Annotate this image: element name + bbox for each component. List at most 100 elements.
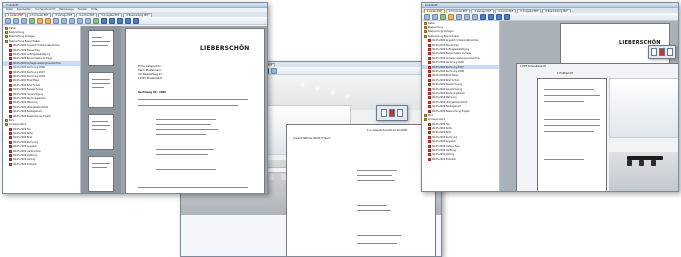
tab-ausgabe[interactable]: 5 Ausgabe PDF: [517, 9, 542, 13]
tree-item-label: 06.05.2009 Bautagebuch: [13, 110, 43, 114]
tree-item-label: 06.05.2009 Übergabeprotokoll: [432, 100, 468, 104]
tab-laden[interactable]: 1 Laden PDF: [424, 9, 445, 13]
menu-item[interactable]: Fenster: [78, 8, 88, 12]
rotate-icon[interactable]: [93, 17, 99, 24]
page-thumbnail[interactable]: [88, 114, 114, 150]
print-icon[interactable]: [53, 17, 59, 24]
print-icon[interactable]: [456, 13, 462, 20]
tree-item-label: 06.05.2009 Brief Maier: [432, 74, 459, 78]
dialog-button-red[interactable]: [659, 48, 665, 56]
menu-item[interactable]: Datei: [6, 8, 13, 12]
tab-bearbeitung[interactable]: 6 Bearbeitung PDF: [542, 9, 571, 13]
pdf-icon: [9, 110, 12, 114]
page-thumbnail[interactable]: [88, 30, 114, 66]
tree-item-label: Besprechung: [9, 31, 25, 35]
pdf-icon: [428, 135, 431, 139]
dialog-button[interactable]: [397, 109, 403, 117]
pdf-icon: [9, 70, 12, 74]
zoom-out-icon[interactable]: [85, 17, 91, 24]
scan-icon[interactable]: [440, 13, 446, 20]
tree-item-label: 06.05.2009 Bauvertrag: [432, 43, 459, 47]
settings-icon[interactable]: [271, 67, 277, 74]
tree-item-label: 06.05.2009 Bauvertrag: [13, 48, 40, 52]
view-list-icon[interactable]: [504, 13, 510, 20]
scan-icon[interactable]: [29, 17, 35, 24]
right-quick-dialog[interactable]: [648, 45, 676, 59]
pdf-icon: [428, 61, 431, 65]
view-double-icon[interactable]: [109, 17, 115, 24]
pdf-icon: [9, 127, 12, 131]
view-grid-icon[interactable]: [496, 13, 502, 20]
address-line: Herrn Mustermann: [138, 69, 162, 72]
search-icon[interactable]: [69, 17, 75, 24]
edit-icon[interactable]: [37, 17, 43, 24]
tree-item-label: 06.05.2009 Mahnung: [432, 96, 457, 100]
page-thumbnail[interactable]: [88, 72, 114, 108]
open-icon[interactable]: [424, 13, 430, 20]
tree-item-label: 06.05.2009 Notiz: [13, 132, 33, 136]
tree-document-item[interactable]: 06.05.2009 Protokoll: [422, 157, 499, 161]
tab-formular[interactable]: 2 Formular PDF: [446, 9, 471, 13]
save-icon[interactable]: [13, 17, 19, 24]
right-folder-tree[interactable]: Daten Besprechung Besprechung Vorlagen Besp…: [422, 21, 500, 191]
zoom-in-icon[interactable]: [472, 13, 478, 20]
view-grid-icon[interactable]: [117, 17, 123, 24]
pdf-icon: [9, 66, 12, 70]
pdf-icon: [9, 140, 12, 144]
left-folder-tree[interactable]: Daten Besprechung Besprechung Vorlagen Besp…: [3, 26, 81, 193]
pdf-icon: [428, 127, 431, 131]
tab-laden[interactable]: 1 Laden PDF: [5, 13, 26, 17]
save-icon[interactable]: [432, 13, 438, 20]
view-single-icon[interactable]: [480, 13, 486, 20]
tab-archiv[interactable]: 4 Archiv PDF: [76, 13, 98, 17]
tab-vorlage[interactable]: 3 Vorlage PDF: [52, 13, 76, 17]
tab-bearbeitung[interactable]: 6 Bearbeitung PDF: [123, 13, 152, 17]
edit-icon[interactable]: [448, 13, 454, 20]
tab-archiv[interactable]: 4 Archiv PDF: [495, 9, 517, 13]
tree-item-label: 06.05.2009 Rechnung 2007: [13, 70, 45, 74]
dialog-button[interactable]: [667, 48, 673, 56]
quick-view-dialog[interactable]: 1 PDF Schnellansicht 1 Prüfbericht: [516, 63, 678, 191]
menu-item[interactable]: Hilfe: [91, 8, 97, 12]
tree-item-label: 06.05.2009 Besprechung Projekt: [13, 114, 51, 118]
menu-item[interactable]: Werkzeuge: [59, 8, 73, 12]
page-thumbnail[interactable]: [88, 156, 114, 192]
view-single-icon[interactable]: [101, 17, 107, 24]
folder-icon[interactable]: [21, 17, 27, 24]
tree-document-item[interactable]: 06.05.2009 Protokoll: [3, 162, 80, 166]
dialog-button[interactable]: [381, 109, 387, 117]
tab-vorlage[interactable]: 3 Vorlage PDF: [471, 9, 495, 13]
pdf-icon: [428, 87, 431, 91]
tree-item-label: 06.05.2009 Auftragsbestätigung: [432, 48, 470, 52]
view-double-icon[interactable]: [488, 13, 494, 20]
tree-item-label: 06.05.2009 Anfrage Leistungsverzeichnis: [432, 56, 480, 60]
tab-formular[interactable]: 2 Formular PDF: [27, 13, 52, 17]
dialog-button-red[interactable]: [389, 109, 395, 117]
right-window: CobiSoft 1 Laden PDF 2 Formular PDF 3 Vo…: [421, 2, 679, 192]
tree-item-label: 06.05.2009 Vertrag: [432, 153, 455, 157]
view-list-icon[interactable]: [125, 17, 131, 24]
view-thumb-icon[interactable]: [133, 17, 139, 24]
tree-item-label: 06.05.2009 Brief: [13, 136, 33, 140]
pdf-icon: [9, 158, 12, 162]
pdf-icon: [9, 83, 12, 87]
tree-item-label: Korrespondenz: [428, 118, 446, 122]
pdf-icon: [428, 100, 431, 104]
company-logo: LIEBERSCHÖN: [200, 45, 250, 52]
zoom-in-icon[interactable]: [77, 17, 83, 24]
address-line: 12345 Musterstadt: [138, 77, 162, 80]
folder-icon: [424, 113, 427, 117]
mail-icon[interactable]: [45, 17, 51, 24]
right-toolbar: [422, 13, 678, 21]
tab-ausgabe[interactable]: 5 Ausgabe PDF: [98, 13, 123, 17]
open-icon[interactable]: [5, 17, 11, 24]
pdf-icon: [9, 79, 12, 83]
dialog-button[interactable]: [651, 48, 657, 56]
tree-item-label: Büro: [9, 118, 15, 122]
middle-quick-dialog[interactable]: [376, 105, 408, 121]
delete-icon[interactable]: [61, 17, 67, 24]
menu-item[interactable]: Suchen/Ansicht: [35, 8, 55, 12]
pdf-icon: [428, 91, 431, 95]
menu-item[interactable]: Bearbeiten: [17, 8, 31, 12]
search-icon[interactable]: [464, 13, 470, 20]
